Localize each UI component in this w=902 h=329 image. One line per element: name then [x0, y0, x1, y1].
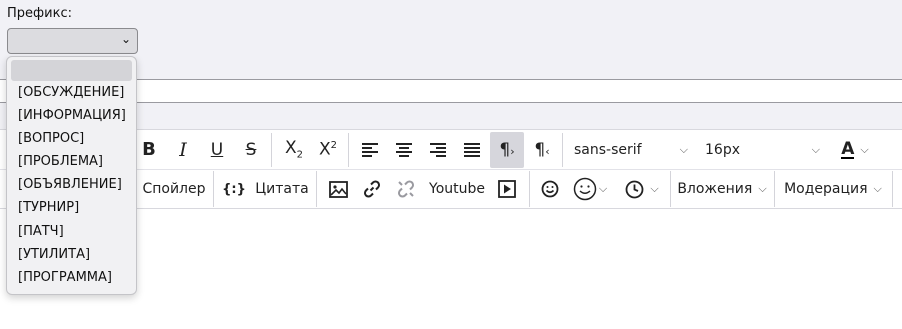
italic-button[interactable]: I: [168, 132, 198, 168]
prefix-option[interactable]: [ПРОБЛЕМА]: [7, 150, 136, 173]
toolbar-divider: [670, 171, 671, 207]
image-button[interactable]: [322, 171, 354, 207]
subscript-button[interactable]: X2: [278, 132, 310, 168]
font-family-select[interactable]: sans-serif ⌵: [566, 132, 694, 168]
code-icon: {:}: [222, 181, 246, 197]
attachments-label: Вложения: [677, 181, 753, 197]
toolbar-divider: [213, 171, 214, 207]
youtube-button[interactable]: Youtube: [426, 171, 488, 207]
prefix-option[interactable]: [ПРОГРАММА]: [7, 266, 136, 289]
align-center-icon: [396, 143, 412, 157]
chevron-down-icon: ⌵: [811, 143, 820, 156]
media-icon: [498, 180, 516, 198]
spoiler-button[interactable]: Спойлер: [138, 171, 210, 207]
font-size-select[interactable]: 16px ⌵: [698, 132, 824, 168]
rtl-button[interactable]: ¶‹: [526, 132, 558, 168]
prefix-option-empty[interactable]: [11, 60, 132, 81]
quote-label: Цитата: [255, 181, 309, 197]
font-family-value: sans-serif: [574, 142, 642, 158]
prefix-select[interactable]: ⌄: [7, 28, 138, 54]
toolbar-divider: [562, 133, 563, 167]
toolbar-divider: [271, 133, 272, 167]
italic-icon: I: [179, 138, 187, 161]
toolbar-divider: [529, 171, 530, 207]
prefix-option[interactable]: [ПАТЧ]: [7, 220, 136, 243]
clock-icon: [625, 180, 644, 198]
subscript-icon: X2: [284, 137, 304, 161]
underline-button[interactable]: U: [202, 132, 232, 168]
prefix-option[interactable]: [ОБСУЖДЕНИЕ]: [7, 81, 136, 104]
prefix-option[interactable]: [ИНФОРМАЦИЯ]: [7, 104, 136, 127]
ltr-icon: ¶›: [499, 139, 515, 160]
bold-button[interactable]: B: [134, 132, 164, 168]
chevron-down-icon: ⌄: [120, 32, 131, 46]
spoiler-label: Спойлер: [142, 181, 206, 197]
prefix-option[interactable]: [ВОПРОС]: [7, 127, 136, 150]
quote-button[interactable]: Цитата: [252, 171, 312, 207]
smilie-button[interactable]: [534, 171, 566, 207]
toolbar-divider: [348, 133, 349, 167]
justify-icon: [464, 143, 480, 157]
strikethrough-icon: S: [245, 139, 257, 160]
chevron-down-icon: ⌵: [860, 143, 869, 156]
toolbar-divider: [892, 171, 893, 207]
prefix-option[interactable]: [ТУРНИР]: [7, 196, 136, 219]
moderation-menu[interactable]: Модерация ⌵: [778, 171, 888, 207]
superscript-icon: X2: [318, 139, 338, 160]
image-icon: [328, 180, 348, 198]
chevron-down-icon: ⌵: [598, 182, 608, 195]
prefix-label: Префикс:: [7, 6, 72, 21]
align-right-icon: [430, 143, 446, 157]
link-icon: [363, 180, 381, 198]
font-color-button[interactable]: A ⌵: [830, 132, 880, 168]
code-button[interactable]: {:}: [218, 171, 250, 207]
underline-icon: U: [210, 139, 224, 160]
rtl-icon: ¶‹: [534, 139, 550, 160]
chevron-down-icon: ⌵: [758, 182, 767, 195]
font-color-icon: A: [841, 139, 855, 159]
strikethrough-button[interactable]: S: [236, 132, 266, 168]
moderation-label: Модерация: [784, 181, 868, 197]
smilie-icon: [541, 180, 559, 198]
prefix-dropdown-list: [ОБСУЖДЕНИЕ] [ИНФОРМАЦИЯ] [ВОПРОС] [ПРОБ…: [6, 56, 137, 295]
toolbar-divider: [774, 171, 775, 207]
align-left-icon: [362, 143, 378, 157]
chevron-down-icon: ⌵: [679, 143, 688, 156]
media-button[interactable]: [491, 171, 523, 207]
align-right-button[interactable]: [423, 132, 453, 168]
align-left-button[interactable]: [355, 132, 385, 168]
emoji-icon: [573, 177, 597, 201]
chevron-down-icon: ⌵: [873, 182, 882, 195]
youtube-label: Youtube: [429, 181, 485, 197]
prefix-option[interactable]: [ОБЪЯВЛЕНИЕ]: [7, 173, 136, 196]
chevron-down-icon: ⌵: [650, 182, 659, 195]
unlink-icon: [397, 180, 415, 198]
attachments-menu[interactable]: Вложения ⌵: [674, 171, 770, 207]
unlink-button[interactable]: [390, 171, 422, 207]
bold-icon: B: [142, 139, 156, 160]
link-button[interactable]: [356, 171, 388, 207]
align-center-button[interactable]: [389, 132, 419, 168]
superscript-button[interactable]: X2: [312, 132, 344, 168]
justify-button[interactable]: [457, 132, 487, 168]
emoji-button[interactable]: ⌵: [568, 171, 612, 207]
prefix-option[interactable]: [УТИЛИТА]: [7, 243, 136, 266]
clock-button[interactable]: ⌵: [618, 171, 666, 207]
toolbar-divider: [316, 171, 317, 207]
font-size-value: 16px: [705, 142, 740, 158]
ltr-button[interactable]: ¶›: [490, 132, 524, 168]
